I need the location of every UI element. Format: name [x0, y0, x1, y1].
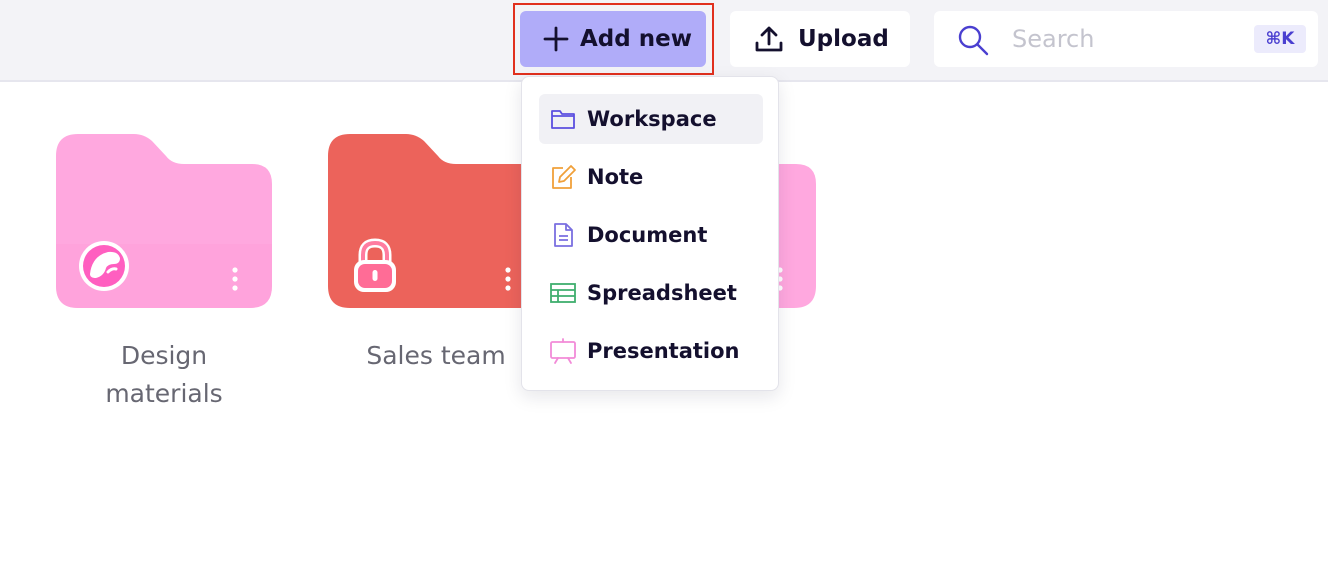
upload-button[interactable]: Upload [730, 11, 910, 67]
search-box: ⌘K [934, 11, 1318, 67]
folder-label-design-materials: Design materials [40, 337, 288, 413]
upload-icon [755, 26, 783, 52]
folder-label-line: Design [120, 341, 208, 370]
menu-item-document[interactable]: Document [539, 210, 763, 260]
add-new-dropdown-menu: Workspace Note Document Spreadsheet Pres… [521, 76, 779, 391]
menu-item-label: Note [587, 165, 644, 189]
lock-icon [354, 238, 396, 292]
search-input[interactable] [1010, 21, 1240, 57]
add-new-label: Add new [580, 26, 692, 52]
menu-item-presentation[interactable]: Presentation [539, 326, 763, 376]
search-shortcut-badge: ⌘K [1254, 25, 1306, 53]
folder-sales-team[interactable] [328, 134, 544, 308]
top-toolbar: Add new Upload ⌘K [0, 0, 1328, 82]
upload-label: Upload [798, 26, 889, 52]
menu-item-workspace[interactable]: Workspace [539, 94, 763, 144]
pencil-note-icon [552, 165, 576, 189]
plus-icon [543, 26, 569, 52]
spreadsheet-icon [550, 283, 576, 303]
more-options-icon[interactable] [504, 266, 512, 292]
add-new-button[interactable]: Add new [520, 11, 706, 67]
menu-item-note[interactable]: Note [539, 152, 763, 202]
menu-item-label: Workspace [587, 107, 717, 131]
search-icon [958, 25, 989, 56]
folder-design-materials[interactable] [56, 134, 272, 308]
menu-item-spreadsheet[interactable]: Spreadsheet [539, 268, 763, 318]
menu-item-label: Spreadsheet [587, 281, 737, 305]
folder-icon [551, 110, 575, 129]
palette-icon [79, 241, 129, 291]
folder-label-line: materials [105, 379, 223, 408]
menu-item-label: Document [587, 223, 708, 247]
more-options-icon[interactable] [231, 266, 239, 292]
document-icon [554, 223, 573, 247]
menu-item-label: Presentation [587, 339, 740, 363]
presentation-icon [550, 338, 576, 364]
